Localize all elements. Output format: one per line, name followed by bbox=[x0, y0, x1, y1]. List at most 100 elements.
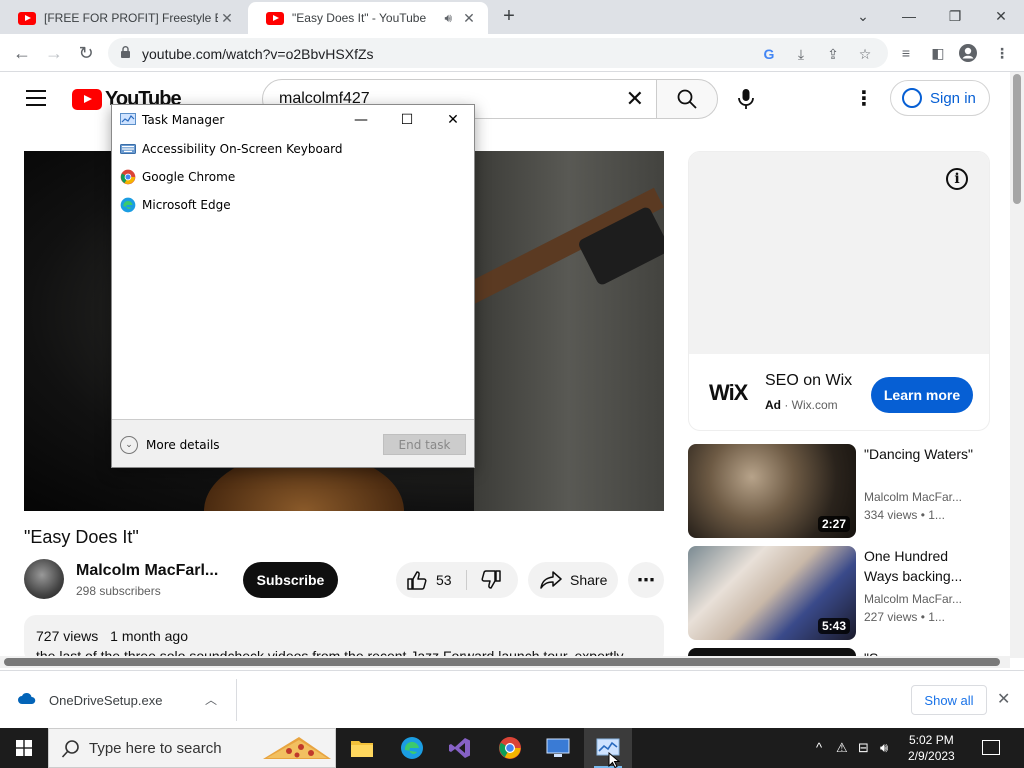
visual-studio-taskbar-button[interactable] bbox=[436, 728, 484, 768]
channel-name[interactable]: Malcolm MacFarl... bbox=[76, 562, 218, 580]
download-filename[interactable]: OneDriveSetup.exe bbox=[49, 693, 162, 708]
vertical-scrollbar[interactable] bbox=[1010, 72, 1024, 658]
browser-tab-easy-does-it[interactable]: "Easy Does It" - YouTube 🔊︎ ✕ bbox=[248, 2, 488, 34]
back-arrow-icon[interactable]: ← bbox=[8, 39, 36, 67]
related-views: 334 views • 1... bbox=[864, 508, 945, 522]
clear-search-icon[interactable]: ✕ bbox=[626, 88, 644, 110]
clock-time: 5:02 PM bbox=[909, 733, 954, 747]
scrollbar-thumb[interactable] bbox=[1013, 74, 1021, 204]
thumbs-up-icon[interactable] bbox=[406, 570, 428, 590]
new-tab-button[interactable]: + bbox=[498, 5, 520, 27]
chrome-menu-icon[interactable]: ⋮ bbox=[992, 43, 1012, 63]
google-lens-icon[interactable]: G bbox=[760, 45, 778, 63]
visual-studio-icon bbox=[449, 738, 470, 758]
more-details-toggle[interactable]: ⌄ More details bbox=[120, 436, 220, 454]
learn-more-button[interactable]: Learn more bbox=[871, 377, 973, 413]
related-title[interactable]: "S bbox=[864, 648, 974, 656]
more-actions-button[interactable]: ⋯ bbox=[628, 562, 664, 598]
chevron-up-icon[interactable]: ︿ bbox=[205, 691, 217, 708]
forward-arrow-icon[interactable]: → bbox=[40, 39, 68, 67]
restore-window-button[interactable]: ❐ bbox=[932, 2, 978, 30]
minimize-button[interactable]: — bbox=[338, 105, 384, 135]
media-controls-icon[interactable]: ≡ bbox=[896, 43, 916, 63]
related-title[interactable]: "Dancing Waters" bbox=[864, 444, 974, 464]
reload-icon[interactable]: ↻ bbox=[72, 39, 100, 67]
process-name: Microsoft Edge bbox=[142, 198, 231, 212]
side-panel-icon[interactable]: ◧ bbox=[928, 43, 948, 63]
related-channel[interactable]: Malcolm MacFar... bbox=[864, 592, 962, 606]
process-item[interactable]: Google Chrome bbox=[120, 166, 235, 188]
like-dislike-group: 53 bbox=[396, 562, 518, 598]
duration-badge: 2:27 bbox=[817, 516, 850, 532]
bookmark-star-icon[interactable]: ☆ bbox=[856, 45, 874, 63]
share-button[interactable]: Share bbox=[528, 562, 618, 598]
ad-headline[interactable]: SEO on Wix bbox=[765, 372, 852, 390]
action-center-icon[interactable] bbox=[982, 740, 1000, 755]
close-button[interactable]: ✕ bbox=[430, 105, 476, 135]
hamburger-menu-icon[interactable] bbox=[26, 90, 46, 106]
voice-search-mic-icon[interactable] bbox=[736, 88, 756, 110]
taskbar-clock[interactable]: 5:02 PM 2/9/2023 bbox=[908, 732, 955, 764]
close-window-button[interactable]: ✕ bbox=[978, 2, 1024, 30]
taskbar-search-box[interactable]: Type here to search bbox=[48, 728, 336, 768]
ad-card[interactable]: i WiX SEO on Wix Ad · Wix.com Learn more bbox=[688, 151, 990, 431]
close-download-bar-icon[interactable]: ✕ bbox=[997, 689, 1010, 709]
volume-icon[interactable]: 🔊︎ bbox=[880, 740, 888, 756]
clock-date: 2/9/2023 bbox=[908, 749, 955, 763]
remote-desktop-taskbar-button[interactable] bbox=[534, 728, 582, 768]
speaker-icon[interactable]: 🔊︎ bbox=[444, 11, 452, 26]
share-page-icon[interactable]: ⇪ bbox=[824, 45, 842, 63]
search-icon bbox=[61, 740, 79, 758]
windows-logo-icon bbox=[16, 740, 32, 756]
tab-title: "Easy Does It" - YouTube bbox=[292, 11, 427, 25]
end-task-button[interactable]: End task bbox=[383, 434, 466, 455]
install-app-icon[interactable]: ⤓ bbox=[792, 45, 810, 63]
close-tab-icon[interactable]: ✕ bbox=[218, 10, 236, 27]
process-item[interactable]: Accessibility On-Screen Keyboard bbox=[120, 138, 343, 160]
start-button[interactable] bbox=[0, 728, 48, 768]
thumbs-down-icon[interactable] bbox=[480, 570, 502, 590]
close-tab-icon[interactable]: ✕ bbox=[460, 10, 478, 27]
show-all-downloads-button[interactable]: Show all bbox=[911, 685, 987, 715]
video-thumbnail[interactable] bbox=[688, 648, 856, 656]
process-item[interactable]: Microsoft Edge bbox=[120, 194, 231, 216]
ad-banner[interactable] bbox=[689, 152, 989, 354]
minimize-window-button[interactable]: — bbox=[886, 2, 932, 30]
sign-in-button[interactable]: Sign in bbox=[890, 80, 990, 116]
chrome-icon bbox=[499, 737, 521, 759]
more-details-label: More details bbox=[146, 438, 220, 452]
avatar[interactable] bbox=[24, 559, 64, 599]
ad-info-icon[interactable]: i bbox=[946, 168, 968, 190]
related-video[interactable]: 2:27 "Dancing Waters" Malcolm MacFar... … bbox=[688, 444, 990, 540]
browser-tab-beat[interactable]: [FREE FOR PROFIT] Freestyle Beat ✕ bbox=[0, 2, 246, 34]
chevron-up-icon[interactable]: ^ bbox=[816, 740, 822, 755]
related-video[interactable]: 5:43 One Hundred Ways backing... Malcolm… bbox=[688, 546, 990, 642]
related-channel[interactable]: Malcolm MacFar... bbox=[864, 490, 962, 504]
windows-taskbar: Type here to search ^ ⚠ ⊟ 🔊︎ 5:02 PM 2/9… bbox=[0, 728, 1024, 768]
browser-toolbar: ← → ↻ youtube.com/watch?v=o2BbvHSXfZs G … bbox=[0, 34, 1024, 72]
subscribe-button[interactable]: Subscribe bbox=[243, 562, 338, 598]
network-icon[interactable]: ⊟ bbox=[858, 740, 869, 756]
address-bar[interactable]: youtube.com/watch?v=o2BbvHSXfZs G ⤓ ⇪ ☆ bbox=[108, 38, 888, 68]
scrollbar-thumb[interactable] bbox=[4, 658, 1000, 666]
edge-taskbar-button[interactable] bbox=[388, 728, 436, 768]
settings-kebab-icon[interactable]: ⋮ bbox=[854, 88, 874, 110]
video-thumbnail[interactable]: 2:27 bbox=[688, 444, 856, 538]
search-button[interactable] bbox=[656, 79, 718, 119]
maximize-button[interactable]: ☐ bbox=[384, 105, 430, 135]
video-thumbnail[interactable]: 5:43 bbox=[688, 546, 856, 640]
horizontal-scrollbar[interactable] bbox=[0, 656, 1010, 668]
tab-title: [FREE FOR PROFIT] Freestyle Beat bbox=[44, 11, 218, 25]
related-video[interactable]: "S bbox=[688, 648, 990, 656]
tab-search-chevron-icon[interactable]: ⌄ bbox=[840, 2, 886, 30]
profile-avatar-icon[interactable] bbox=[958, 43, 978, 63]
task-manager-titlebar[interactable]: Task Manager — ☐ ✕ bbox=[112, 105, 474, 135]
related-title[interactable]: One Hundred Ways backing... bbox=[864, 546, 974, 586]
task-manager-icon bbox=[120, 113, 136, 125]
lock-icon[interactable] bbox=[121, 46, 130, 58]
chrome-taskbar-button[interactable] bbox=[486, 728, 534, 768]
wix-logo: WiX bbox=[709, 380, 748, 405]
file-explorer-taskbar-button[interactable] bbox=[338, 728, 386, 768]
notification-shield-icon[interactable]: ⚠ bbox=[836, 740, 848, 756]
pizza-search-highlight-icon[interactable] bbox=[259, 733, 335, 765]
